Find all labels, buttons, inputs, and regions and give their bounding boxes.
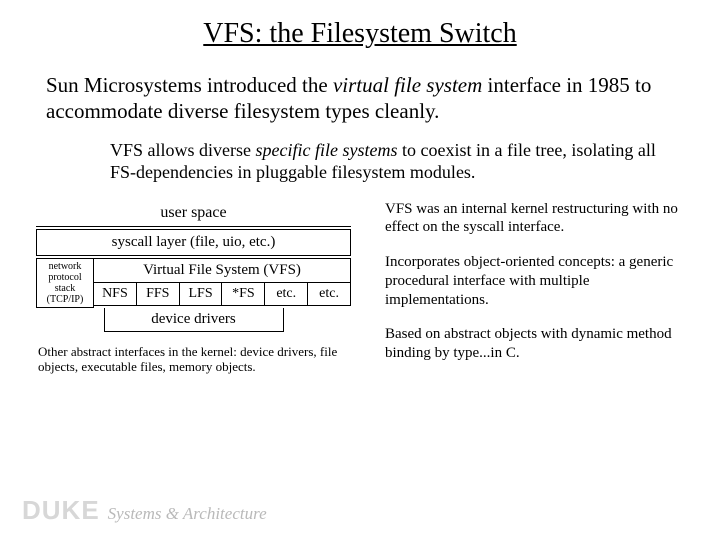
diagram: user space syscall layer (file, uio, etc… <box>36 200 351 375</box>
diagram-fs-ffs: FFS <box>137 283 180 306</box>
footer: DUKE Systems & Architecture <box>22 495 267 526</box>
sub-text: VFS allows diverse specific file systems… <box>110 139 680 184</box>
note-2: Incorporates object-oriented concepts: a… <box>385 253 685 309</box>
diagram-fs-lfs: LFS <box>180 283 223 306</box>
diagram-syscall-layer: syscall layer (file, uio, etc.) <box>36 229 351 256</box>
diagram-network-stack: network protocol stack (TCP/IP) <box>36 258 94 308</box>
note-3: Based on abstract objects with dynamic m… <box>385 325 685 363</box>
footer-subtitle: Systems & Architecture <box>108 504 267 524</box>
intro-a: Sun Microsystems introduced the <box>46 73 333 97</box>
divider <box>36 226 351 227</box>
page-title: VFS: the Filesystem Switch <box>30 18 690 50</box>
diagram-caption: Other abstract interfaces in the kernel:… <box>36 344 351 375</box>
diagram-device-drivers: device drivers <box>104 308 284 332</box>
diagram-fs-etc1: etc. <box>265 283 308 306</box>
footer-logo: DUKE <box>22 495 100 526</box>
diagram-fs-etc2: etc. <box>308 283 351 306</box>
side-notes: VFS was an internal kernel restructuring… <box>385 200 685 379</box>
diagram-vfs: Virtual File System (VFS) <box>94 258 351 283</box>
intro-text: Sun Microsystems introduced the virtual … <box>46 72 674 125</box>
sub-em: specific file systems <box>256 140 398 160</box>
note-1: VFS was an internal kernel restructuring… <box>385 200 685 238</box>
diagram-user-space: user space <box>36 200 351 226</box>
diagram-fs-nfs: NFS <box>94 283 137 306</box>
sub-a: VFS allows diverse <box>110 140 256 160</box>
intro-em: virtual file system <box>333 73 482 97</box>
diagram-fs-star: *FS <box>222 283 265 306</box>
